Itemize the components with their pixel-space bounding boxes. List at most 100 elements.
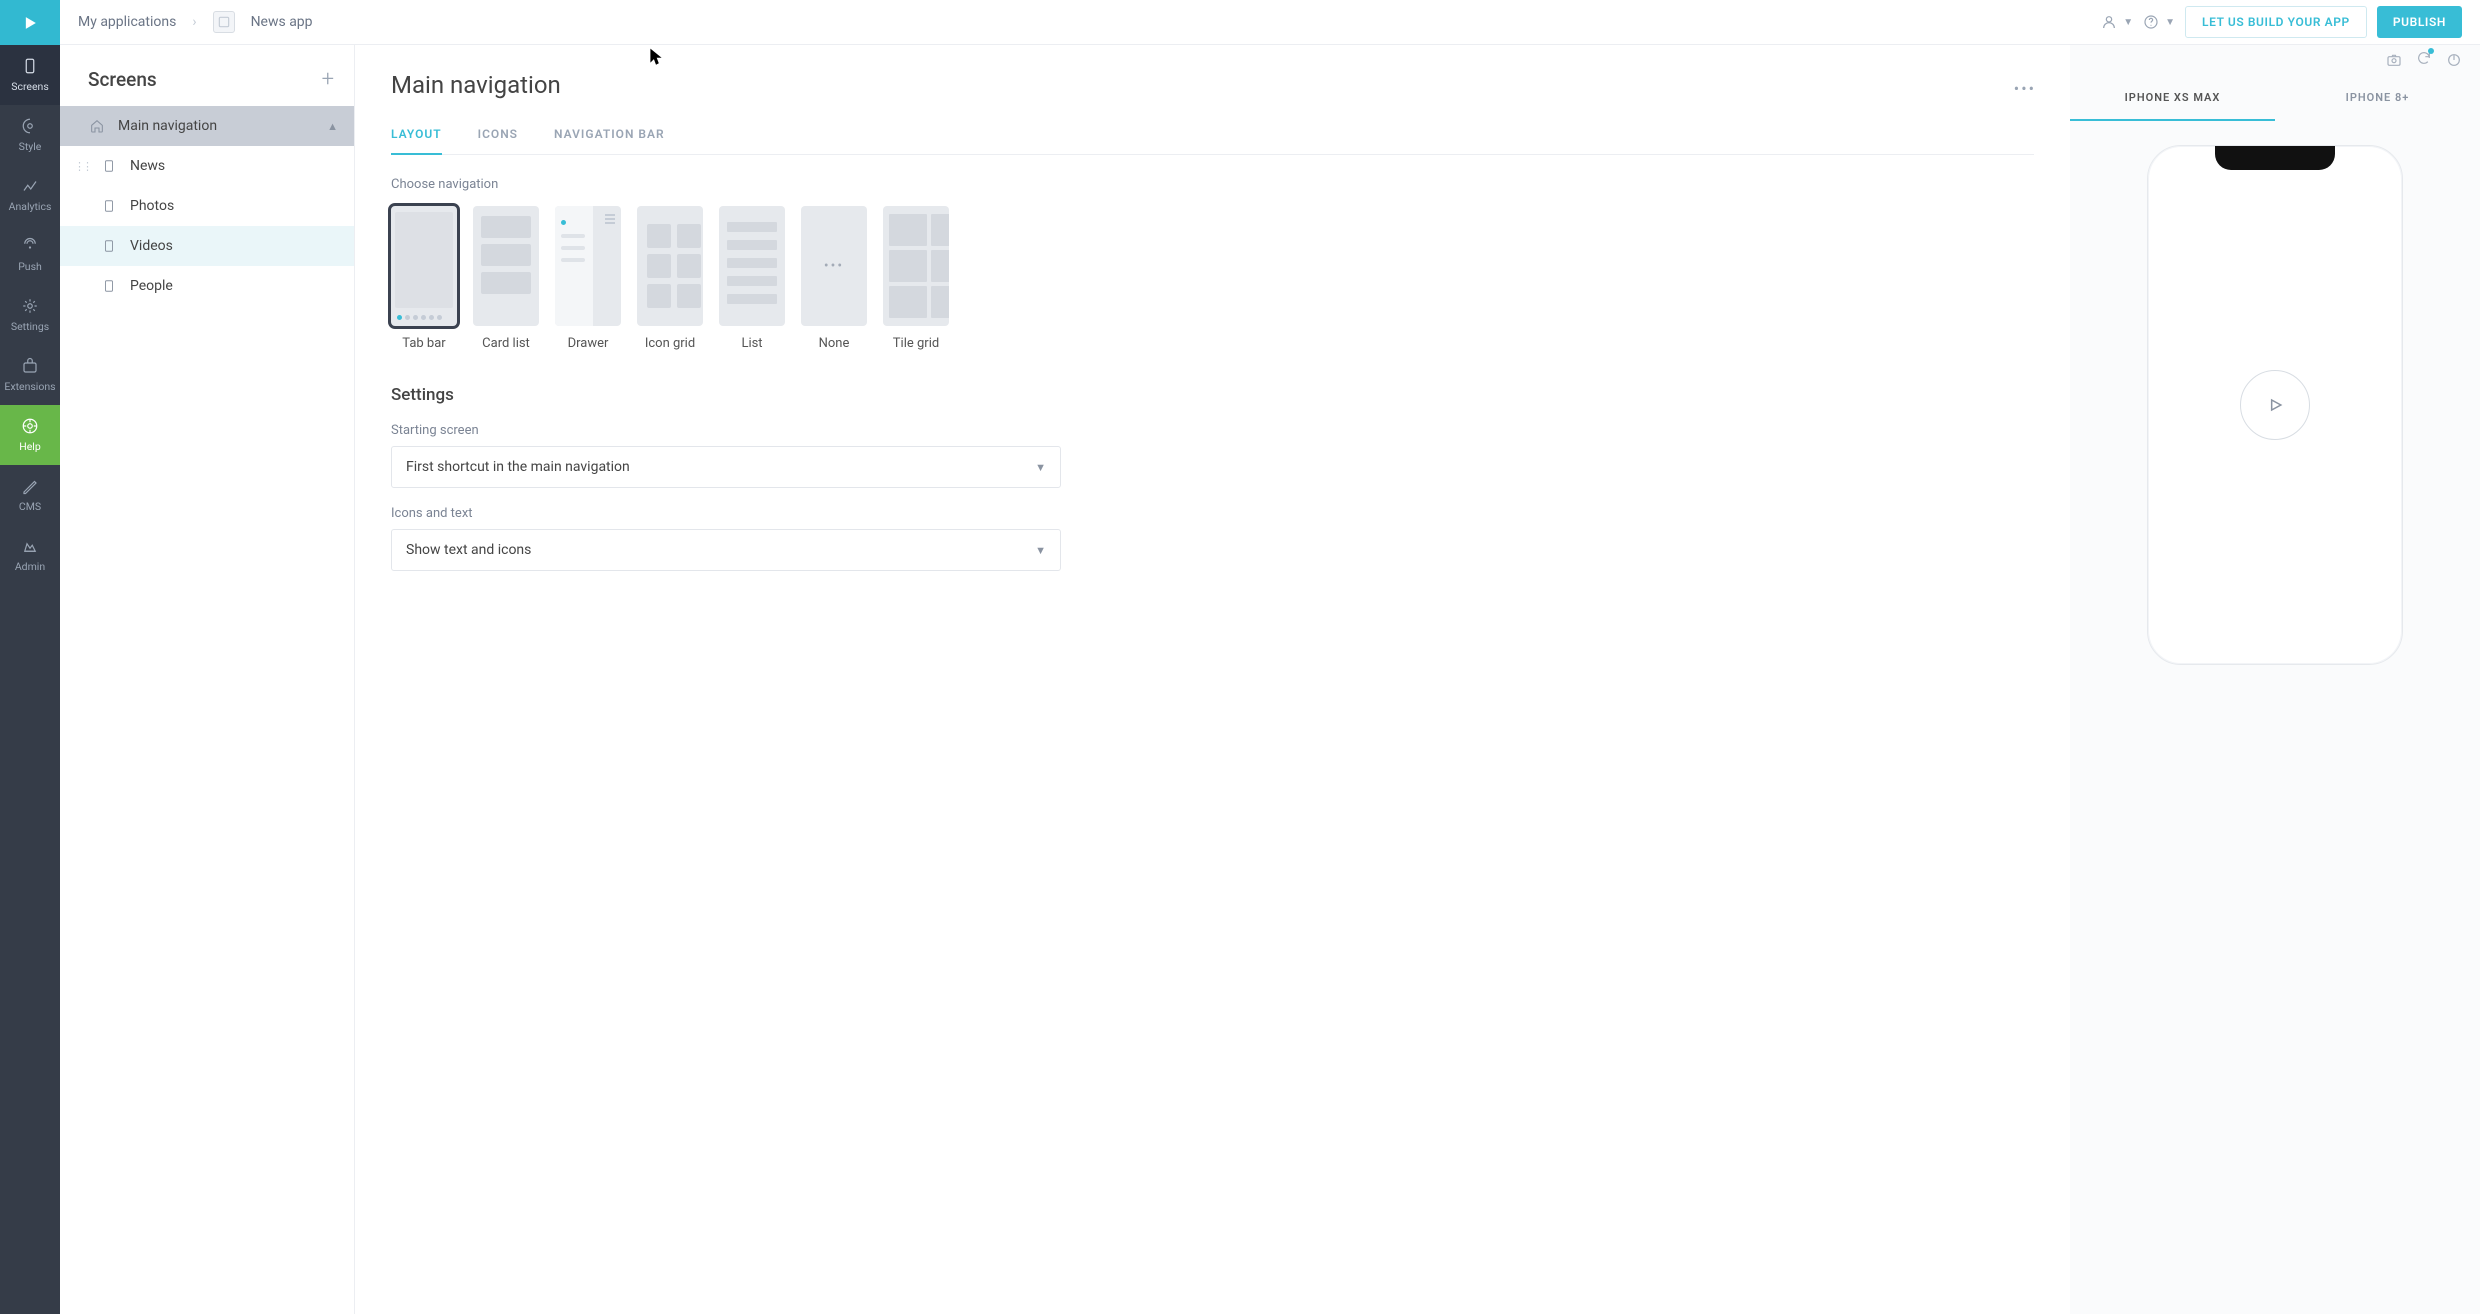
tree-item-news[interactable]: ⋮⋮ News	[60, 146, 354, 186]
help-menu[interactable]: ▼	[2143, 14, 2175, 30]
tree-item-label: People	[130, 278, 173, 294]
tree-item-label: Videos	[130, 238, 173, 254]
breadcrumb-app[interactable]: News app	[251, 14, 313, 30]
left-rail: Screens Style Analytics Push Settings Ex…	[0, 0, 60, 1314]
screens-tree: Main navigation ▲ ⋮⋮ News Photos Videos …	[60, 106, 354, 306]
icons-text-select[interactable]: Show text and icons ▼	[391, 529, 1061, 571]
screens-icon	[21, 57, 39, 75]
nav-option-label: Icon grid	[645, 336, 695, 351]
analytics-icon	[21, 177, 39, 195]
rail-style[interactable]: Style	[0, 105, 60, 165]
rail-label: Screens	[11, 80, 49, 93]
user-menu[interactable]: ▼	[2101, 14, 2133, 30]
tree-item-label: News	[130, 158, 165, 174]
rail-analytics[interactable]: Analytics	[0, 165, 60, 225]
device-tabs: IPHONE XS MAX IPHONE 8+	[2070, 75, 2480, 121]
more-options-button[interactable]: •••	[2014, 79, 2036, 98]
nav-option-card-list[interactable]: Card list	[473, 206, 539, 351]
build-app-button[interactable]: LET US BUILD YOUR APP	[2185, 6, 2367, 38]
rail-label: Style	[19, 140, 42, 153]
rail-label: Settings	[11, 320, 49, 333]
preview-play-button[interactable]	[2240, 370, 2310, 440]
screen-icon	[100, 157, 118, 175]
brand-logo[interactable]	[0, 0, 60, 45]
device-tab-iphone-8-plus[interactable]: IPHONE 8+	[2275, 75, 2480, 121]
add-screen-button[interactable]: +	[322, 67, 334, 92]
admin-icon	[21, 537, 39, 555]
drag-handle-icon[interactable]: ⋮⋮	[74, 160, 90, 173]
phone-preview-area	[2070, 121, 2480, 1314]
chevron-down-icon: ▼	[1035, 461, 1046, 474]
starting-screen-select[interactable]: First shortcut in the main navigation ▼	[391, 446, 1061, 488]
play-icon	[20, 13, 40, 33]
tree-item-videos[interactable]: Videos	[60, 226, 354, 266]
nav-option-label: None	[819, 336, 850, 351]
chevron-right-icon: ›	[192, 14, 196, 30]
tab-layout[interactable]: LAYOUT	[391, 127, 442, 155]
breadcrumb-root[interactable]: My applications	[78, 14, 176, 30]
topbar: My applications › News app ▼ ▼ LET US BU…	[60, 0, 2480, 45]
rail-push[interactable]: Push	[0, 225, 60, 285]
cms-icon	[21, 477, 39, 495]
rail-help[interactable]: Help	[0, 405, 60, 465]
page-title: Main navigation	[391, 71, 2034, 99]
rail-label: Push	[18, 260, 42, 273]
play-icon	[2265, 395, 2285, 415]
screens-panel: Screens + Main navigation ▲ ⋮⋮ News Phot…	[60, 45, 355, 1314]
nav-option-none[interactable]: ••• None	[801, 206, 867, 351]
nav-option-list[interactable]: List	[719, 206, 785, 351]
push-icon	[21, 237, 39, 255]
nav-option-label: Tile grid	[893, 336, 939, 351]
tab-navigation-bar[interactable]: NAVIGATION BAR	[554, 127, 665, 154]
nav-option-tile-grid[interactable]: Tile grid	[883, 206, 949, 351]
nav-option-label: Tab bar	[402, 336, 445, 351]
nav-option-drawer[interactable]: Drawer	[555, 206, 621, 351]
rail-screens[interactable]: Screens	[0, 45, 60, 105]
tree-root-main-navigation[interactable]: Main navigation ▲	[60, 106, 354, 146]
app-icon	[213, 11, 235, 33]
device-tab-iphone-xs-max[interactable]: IPHONE XS MAX	[2070, 75, 2275, 121]
publish-button[interactable]: PUBLISH	[2377, 6, 2462, 38]
chevron-down-icon: ▼	[1035, 544, 1046, 557]
rail-label: Admin	[15, 560, 45, 573]
tree-item-photos[interactable]: Photos	[60, 186, 354, 226]
tree-item-label: Photos	[130, 198, 174, 214]
rail-cms[interactable]: CMS	[0, 465, 60, 525]
navigation-options: Tab bar Card list Drawer Icon grid List …	[391, 206, 2034, 351]
style-icon	[21, 117, 39, 135]
phone-frame	[2147, 145, 2403, 665]
main-editor: Main navigation ••• LAYOUT ICONS NAVIGAT…	[355, 45, 2070, 1314]
preview-panel: IPHONE XS MAX IPHONE 8+	[2070, 45, 2480, 1314]
screen-icon	[100, 237, 118, 255]
chevron-up-icon: ▲	[327, 120, 338, 133]
power-icon[interactable]	[2446, 52, 2462, 68]
settings-heading: Settings	[391, 385, 2034, 405]
screen-icon	[100, 197, 118, 215]
home-icon	[88, 117, 106, 135]
rail-extensions[interactable]: Extensions	[0, 345, 60, 405]
tab-icons[interactable]: ICONS	[478, 127, 518, 154]
preview-tools	[2070, 45, 2480, 75]
nav-option-label: Drawer	[568, 336, 609, 351]
refresh-button[interactable]	[2416, 50, 2432, 70]
phone-notch	[2215, 146, 2335, 170]
nav-option-icon-grid[interactable]: Icon grid	[637, 206, 703, 351]
icons-text-label: Icons and text	[391, 506, 2034, 521]
rail-admin[interactable]: Admin	[0, 525, 60, 585]
tree-root-label: Main navigation	[118, 118, 217, 134]
nav-option-label: Card list	[482, 336, 530, 351]
editor-tabs: LAYOUT ICONS NAVIGATION BAR	[391, 127, 2034, 155]
tree-item-people[interactable]: People	[60, 266, 354, 306]
nav-option-label: List	[741, 336, 762, 351]
choose-navigation-label: Choose navigation	[391, 177, 2034, 192]
rail-settings[interactable]: Settings	[0, 285, 60, 345]
question-icon	[2143, 14, 2159, 30]
camera-icon[interactable]	[2386, 52, 2402, 68]
nav-option-tab-bar[interactable]: Tab bar	[391, 206, 457, 351]
extensions-icon	[21, 357, 39, 375]
rail-label: Extensions	[4, 380, 55, 393]
rail-label: Analytics	[9, 200, 52, 213]
mouse-cursor-icon	[649, 47, 663, 67]
rail-label: CMS	[19, 500, 41, 513]
rail-label: Help	[19, 440, 41, 453]
